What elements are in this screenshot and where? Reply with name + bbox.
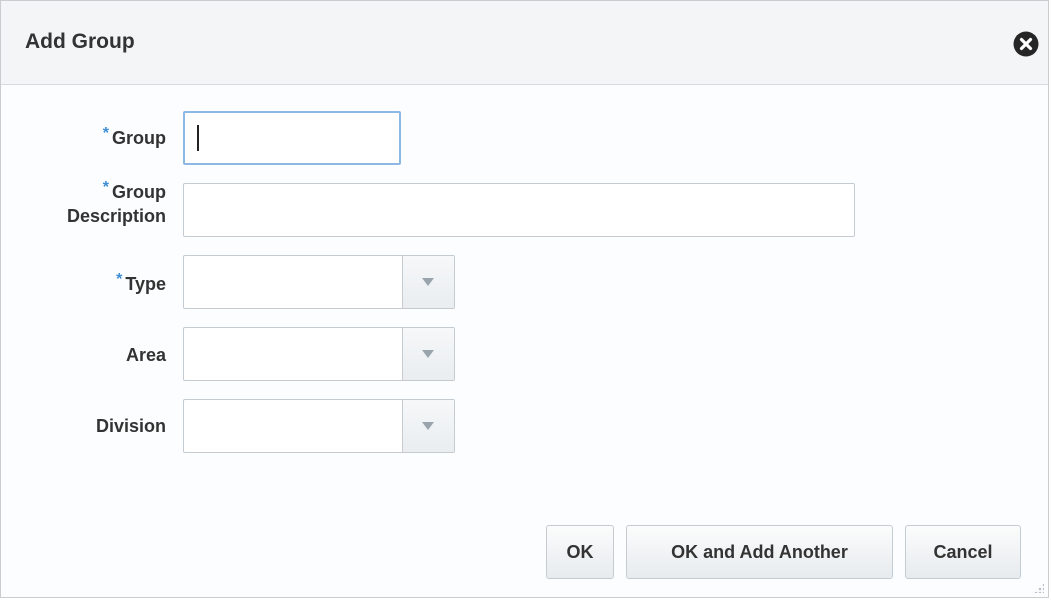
required-marker: * [116, 271, 123, 288]
ok-button[interactable]: OK [546, 525, 614, 579]
resize-grip[interactable] [1034, 583, 1044, 593]
close-icon[interactable] [1013, 31, 1039, 57]
area-dropdown-button[interactable] [402, 328, 454, 380]
division-select[interactable] [183, 399, 455, 453]
group-description-label-line2: Description [66, 206, 166, 226]
add-group-dialog: Add Group * Group * Group Description * Typ… [0, 0, 1049, 598]
group-label-text: Group [112, 128, 166, 148]
type-select[interactable] [183, 255, 455, 309]
area-select[interactable] [183, 327, 455, 381]
chevron-down-icon [422, 350, 434, 358]
group-description-label-line1: Group [112, 182, 166, 202]
chevron-down-icon [422, 422, 434, 430]
dialog-title: Add Group [25, 30, 135, 53]
group-input[interactable] [183, 111, 401, 165]
division-dropdown-button[interactable] [402, 400, 454, 452]
dialog-header: Add Group [1, 1, 1048, 85]
required-marker: * [102, 179, 109, 196]
division-label: Division [95, 416, 166, 436]
type-dropdown-button[interactable] [402, 256, 454, 308]
type-label: * Type [116, 271, 166, 297]
chevron-down-icon [422, 278, 434, 286]
ok-and-add-another-button[interactable]: OK and Add Another [626, 525, 893, 579]
group-description-label: * Group Description [66, 179, 166, 227]
cancel-button[interactable]: Cancel [905, 525, 1021, 579]
area-label: Area [125, 345, 166, 365]
type-label-text: Type [125, 274, 166, 294]
group-description-input[interactable] [183, 183, 855, 237]
group-label: * Group [102, 125, 166, 151]
text-caret [197, 125, 199, 151]
required-marker: * [102, 125, 109, 142]
